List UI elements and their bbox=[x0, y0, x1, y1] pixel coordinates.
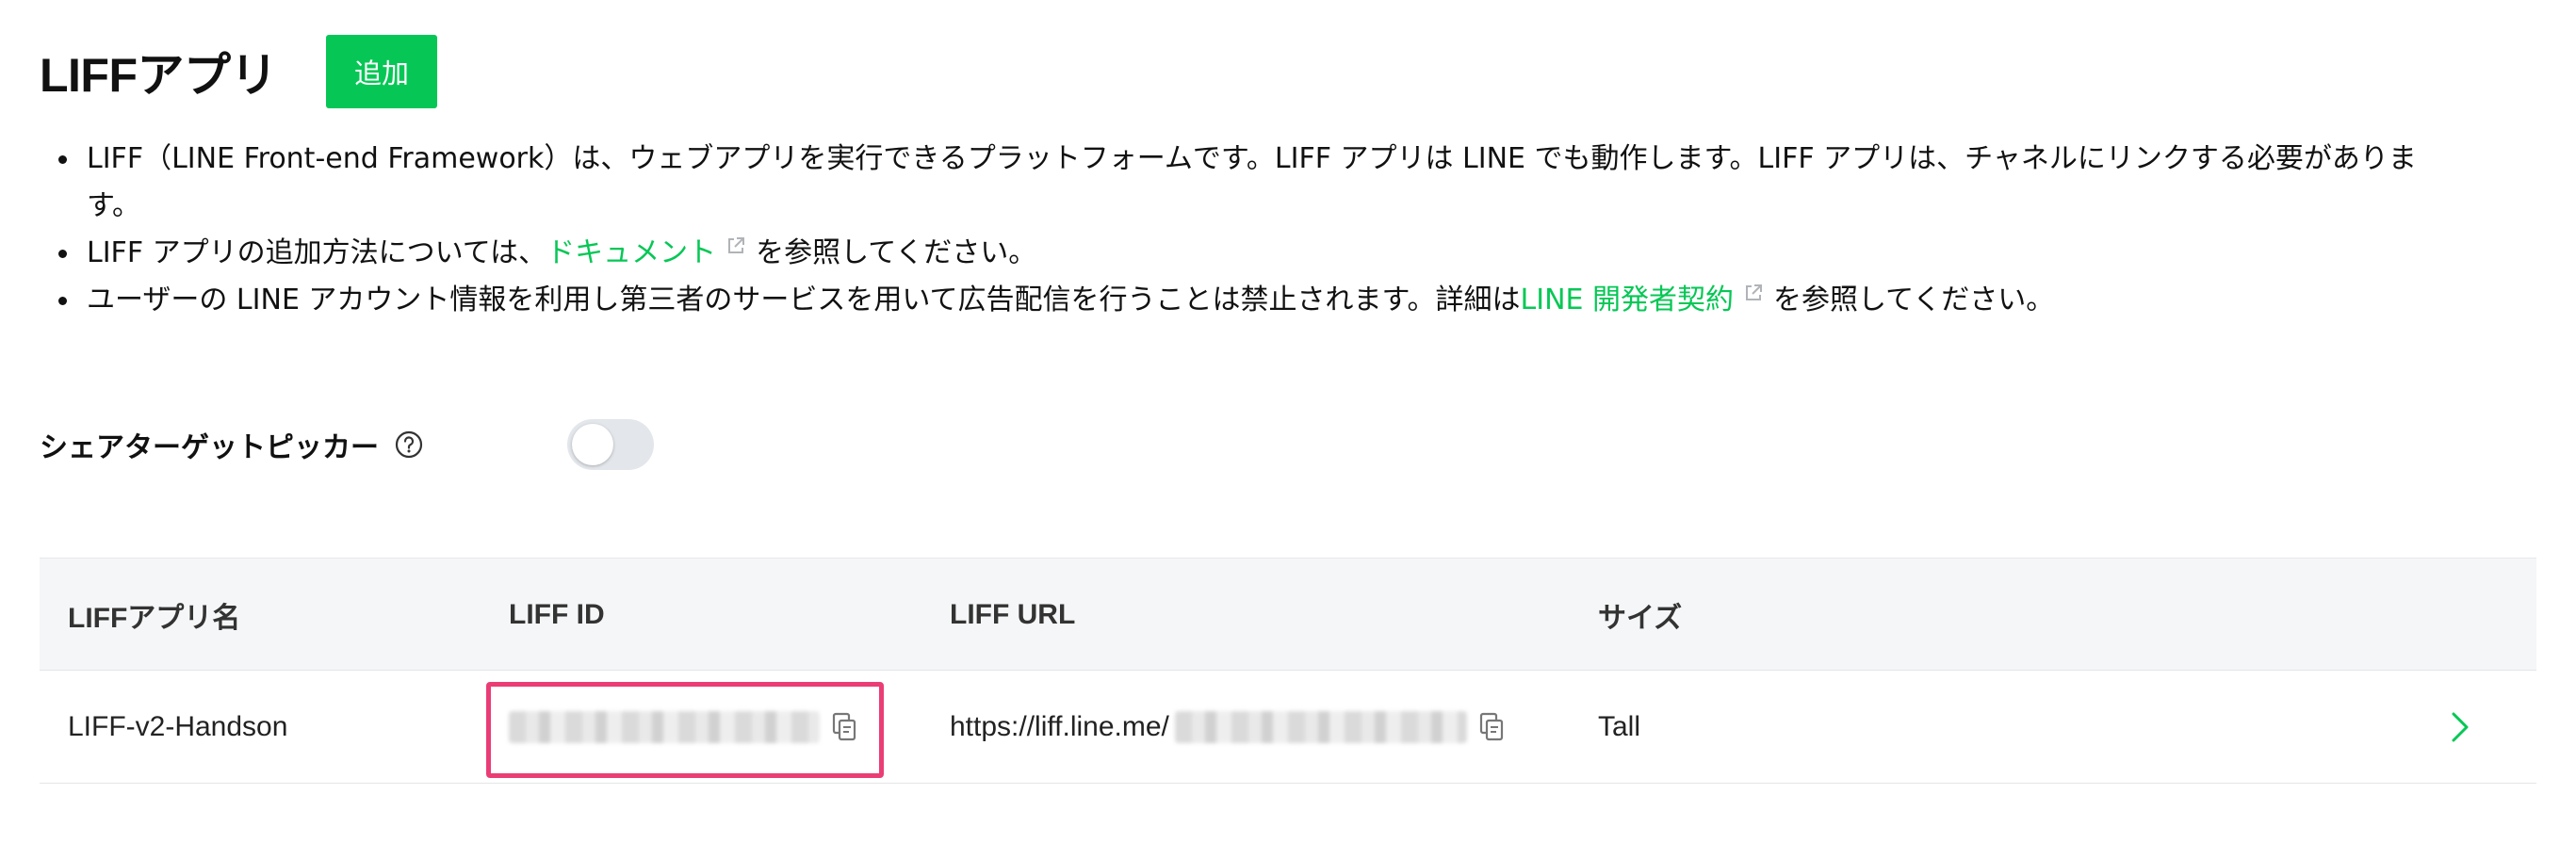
table-header: LIFFアプリ名 LIFF ID LIFF URL サイズ bbox=[40, 558, 2536, 671]
share-target-picker-label: シェアターゲットピッカー bbox=[40, 431, 379, 464]
notes-list: LIFF（LINE Front-end Framework）は、ウェブアプリを実… bbox=[40, 136, 2527, 324]
help-circle-icon[interactable] bbox=[394, 430, 424, 460]
chevron-right-icon[interactable] bbox=[2450, 710, 2470, 744]
column-header-size: サイズ bbox=[1598, 603, 1683, 634]
share-target-picker-row: シェアターゲットピッカー bbox=[40, 416, 654, 473]
liff-app-name: LIFF-v2-Handson bbox=[68, 711, 288, 742]
liff-url-cell: https://liff.line.me/ bbox=[950, 671, 1505, 784]
liff-apps-table: LIFFアプリ名 LIFF ID LIFF URL サイズ LIFF-v2-Ha… bbox=[40, 558, 2536, 784]
copy-icon[interactable] bbox=[1478, 712, 1505, 742]
note-text: を参照してください。 bbox=[756, 236, 1037, 269]
developer-agreement-link[interactable]: LINE 開発者契約 bbox=[1521, 284, 1735, 316]
note-text: を参照してください。 bbox=[1773, 284, 2055, 316]
note-text: LIFF（LINE Front-end Framework）は、ウェブアプリを実… bbox=[87, 142, 2417, 175]
column-header-liff-url: LIFF URL bbox=[950, 599, 1076, 630]
note-text: ユーザーの LINE アカウント情報を利用し第三者のサービスを用いて広告配信を行… bbox=[87, 284, 1521, 316]
highlight-annotation bbox=[486, 682, 884, 778]
liff-settings-page: LIFFアプリ 追加 LIFF（LINE Front-end Framework… bbox=[0, 0, 2576, 859]
liff-url-prefix: https://liff.line.me/ bbox=[950, 711, 1169, 742]
liff-size: Tall bbox=[1598, 711, 1641, 742]
column-header-liff-id: LIFF ID bbox=[509, 599, 605, 630]
documentation-link[interactable]: ドキュメント bbox=[546, 236, 716, 269]
note-item: ユーザーの LINE アカウント情報を利用し第三者のサービスを用いて広告配信を行… bbox=[40, 277, 2527, 324]
note-item: LIFF（LINE Front-end Framework）は、ウェブアプリを実… bbox=[40, 136, 2527, 230]
toggle-knob bbox=[572, 424, 613, 465]
note-text-continued: す。 bbox=[87, 189, 140, 222]
external-link-icon bbox=[1746, 284, 1763, 300]
share-target-picker-toggle[interactable] bbox=[567, 419, 654, 470]
note-text: LIFF アプリの追加方法については、 bbox=[87, 236, 547, 269]
column-header-name: LIFFアプリ名 bbox=[68, 603, 241, 634]
table-row[interactable]: LIFF-v2-Handson https://liff.line.me/ Ta… bbox=[40, 671, 2536, 784]
redacted-liff-url bbox=[1174, 711, 1467, 743]
page-header: LIFFアプリ 追加 bbox=[40, 34, 438, 109]
page-title: LIFFアプリ bbox=[40, 49, 278, 102]
add-button[interactable]: 追加 bbox=[326, 35, 438, 108]
external-link-icon bbox=[728, 237, 745, 253]
note-item: LIFF アプリの追加方法については、ドキュメント を参照してください。 bbox=[40, 230, 2527, 277]
